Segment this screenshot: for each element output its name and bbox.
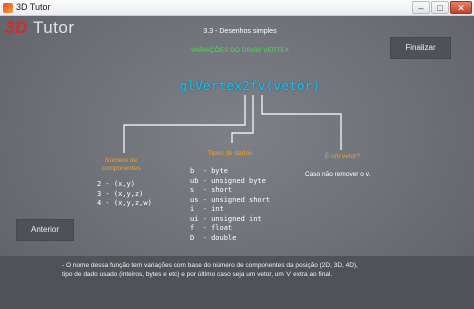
bracket-componentes bbox=[123, 95, 246, 153]
tipo-item: us - unsigned short bbox=[190, 195, 271, 204]
componentes-list: 2 - (x,y) 3 - (x,y,z) 4 - (x,y,z,w) bbox=[97, 180, 152, 209]
componentes-item: 4 - (x,y,z,w) bbox=[97, 199, 152, 207]
maximize-button[interactable]: □ bbox=[431, 1, 449, 14]
tipo-item: s - short bbox=[190, 186, 233, 194]
vetor-label: É um vetor? bbox=[325, 153, 361, 160]
anterior-button[interactable]: Anterior bbox=[16, 219, 74, 241]
tipo-item: f - float bbox=[190, 224, 233, 232]
vetor-note: Caso não remover o v. bbox=[305, 171, 371, 178]
tipo-item: ub - unsigned byte bbox=[190, 176, 266, 185]
explanation-line1: - O nome dessa função tem variações com … bbox=[62, 262, 358, 269]
explanation-text: - O nome dessa função tem variações com … bbox=[62, 262, 422, 279]
tutorial-canvas: 3D Tutor 3.3 - Desenhos simples VARIAÇÕE… bbox=[0, 16, 474, 309]
tipo-item: i - int bbox=[190, 205, 224, 213]
explanation-panel: - O nome dessa função tem variações com … bbox=[0, 256, 474, 309]
explanation-line2: tipo de dado usado (inteiros, bytes e et… bbox=[62, 270, 333, 278]
componentes-label-line2: componentes bbox=[101, 165, 141, 172]
bracket-tipos bbox=[231, 95, 254, 143]
componentes-item: 2 - (x,y) bbox=[97, 180, 135, 188]
componentes-label: Número de componentes bbox=[96, 157, 146, 173]
bracket-vetor bbox=[261, 95, 342, 150]
close-button[interactable]: ✕ bbox=[450, 1, 472, 14]
tipos-label: Tipos de dados bbox=[208, 150, 253, 157]
window-titlebar: 3D Tutor – □ ✕ bbox=[0, 0, 474, 16]
tipo-item: ui - unsigned int bbox=[190, 214, 262, 223]
tipo-item: b - byte bbox=[190, 167, 228, 175]
window-title: 3D Tutor bbox=[16, 2, 51, 12]
minimize-button[interactable]: – bbox=[412, 1, 430, 14]
tipos-list: b - byte ub - unsigned byte s - short us… bbox=[190, 167, 270, 243]
tipo-item: D - double bbox=[190, 233, 237, 242]
app-icon bbox=[3, 3, 13, 13]
componentes-label-line1: Número de bbox=[104, 157, 138, 164]
componentes-item: 3 - (x,y,z) bbox=[97, 189, 144, 198]
